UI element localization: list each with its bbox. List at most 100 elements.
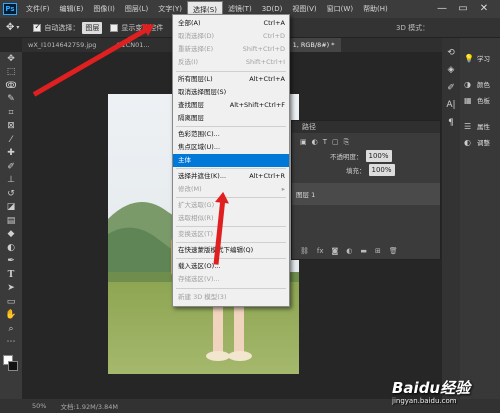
- menu-item-select-all[interactable]: 全部(A) Ctrl+A: [173, 17, 289, 30]
- quick-select-tool-icon[interactable]: ✎: [0, 93, 22, 107]
- gradient-tool-icon[interactable]: ▤: [0, 214, 22, 228]
- menu-item-similar[interactable]: 选取相似(R): [173, 212, 289, 225]
- menu-item-deselect[interactable]: 取消选择(D) Ctrl+D: [173, 30, 289, 43]
- panel-color[interactable]: ◑ 颜色: [460, 76, 500, 92]
- menu-separator: [176, 71, 286, 72]
- tools-panel: ✥ ⬚ ↂ ✎ ⌗ ⊠ ⁄ ✚ ✐ ⊥ ↺ ◪ ▤ ◆ ◐ ✒ T ➤ ▭ ✋ …: [0, 52, 22, 399]
- frame-tool-icon[interactable]: ⊠: [0, 120, 22, 134]
- path-select-icon[interactable]: ➤: [0, 282, 22, 296]
- color-swatches[interactable]: [0, 353, 22, 379]
- dodge-tool-icon[interactable]: ◐: [0, 241, 22, 255]
- adjustment-layer-icon[interactable]: ◐: [346, 247, 352, 255]
- layer-style-icon[interactable]: fx: [317, 247, 324, 255]
- background-color-swatch[interactable]: [8, 361, 18, 371]
- paragraph-icon[interactable]: ¶: [442, 116, 460, 130]
- type-filter-icon[interactable]: T: [323, 138, 327, 146]
- crop-tool-icon[interactable]: ⌗: [0, 106, 22, 120]
- auto-select-checkbox[interactable]: [33, 22, 42, 32]
- menu-help[interactable]: 帮助(H): [358, 1, 393, 17]
- watermark-brand: Baidu经验: [392, 379, 471, 397]
- delete-layer-icon[interactable]: 🗑: [389, 247, 398, 255]
- tab-document-1[interactable]: wX_I1014642759.jpg: [22, 38, 102, 52]
- 3d-mode-label: 3D 模式：: [396, 23, 430, 32]
- layer-row[interactable]: 图层 1: [292, 183, 440, 205]
- history-brush-icon[interactable]: ↺: [0, 187, 22, 201]
- chevron-down-icon[interactable]: ▾: [16, 24, 19, 31]
- select-menu-dropdown: 全部(A) Ctrl+A 取消选择(D) Ctrl+D 重新选择(E) Shift+C…: [172, 14, 290, 307]
- new-layer-icon[interactable]: ⊞: [375, 247, 381, 255]
- right-panels: 💡 学习 ◑ 颜色 ▦ 色板 ☰ 属性 ◐ 调整: [460, 38, 500, 399]
- menu-item-color-range[interactable]: 色彩范围(C)...: [173, 128, 289, 141]
- menu-item-modify[interactable]: 修改(M) ▸: [173, 183, 289, 196]
- pixel-filter-icon[interactable]: ▣: [300, 138, 307, 146]
- opacity-input[interactable]: 100%: [365, 150, 392, 162]
- shape-filter-icon[interactable]: ▢: [332, 138, 339, 146]
- blur-tool-icon[interactable]: ◆: [0, 228, 22, 242]
- link-layers-icon[interactable]: ⛓: [300, 247, 309, 255]
- history-icon[interactable]: ⟲: [442, 46, 460, 60]
- menu-item-subject[interactable]: 主体: [173, 154, 289, 167]
- layer-name: 图层 1: [296, 191, 316, 199]
- more-tools-icon[interactable]: ⋯: [0, 336, 22, 350]
- close-icon[interactable]: ✕: [476, 2, 492, 16]
- auto-select-dropdown[interactable]: 图层: [82, 21, 103, 34]
- maximize-icon[interactable]: ▭: [455, 2, 471, 16]
- menu-item-inverse[interactable]: 反选(I) Shift+Ctrl+I: [173, 56, 289, 69]
- adjust-filter-icon[interactable]: ◐: [312, 138, 318, 146]
- smart-filter-icon[interactable]: ⎘: [344, 138, 350, 147]
- rectangle-tool-icon[interactable]: ▭: [0, 295, 22, 309]
- menu-image[interactable]: 图像(I): [88, 1, 120, 17]
- menu-view[interactable]: 视图(V): [287, 1, 321, 17]
- group-icon[interactable]: ▬: [360, 247, 367, 255]
- menu-item-find-layers[interactable]: 查找图层 Alt+Shift+Ctrl+F: [173, 99, 289, 112]
- panel-adjustments[interactable]: ◐ 调整: [460, 134, 500, 150]
- properties-strip-icon[interactable]: ◈: [442, 64, 460, 78]
- marquee-tool-icon[interactable]: ⬚: [0, 66, 22, 80]
- panel-learn[interactable]: 💡 学习: [460, 50, 500, 66]
- swatches-icon: ▦: [464, 95, 472, 105]
- menu-window[interactable]: 窗口(W): [322, 1, 358, 17]
- menu-item-select-and-mask[interactable]: 选择并遮住(K)... Alt+Ctrl+R: [173, 170, 289, 183]
- menu-item-quick-mask[interactable]: 在快速蒙版模式下编辑(Q): [173, 244, 289, 257]
- healing-brush-icon[interactable]: ✚: [0, 147, 22, 161]
- clone-stamp-icon[interactable]: ⊥: [0, 174, 22, 188]
- pen-tool-icon[interactable]: ✒: [0, 255, 22, 269]
- hand-tool-icon[interactable]: ✋: [0, 309, 22, 323]
- show-transform-checkbox[interactable]: [110, 23, 119, 32]
- zoom-tool-icon[interactable]: ⌕: [0, 322, 22, 336]
- menu-item-focus-area[interactable]: 焦点区域(U)...: [173, 141, 289, 154]
- menu-item-transform-selection[interactable]: 变换选区(T): [173, 228, 289, 241]
- eraser-tool-icon[interactable]: ◪: [0, 201, 22, 215]
- menu-item-grow[interactable]: 扩大选取(G): [173, 199, 289, 212]
- panel-properties[interactable]: ☰ 属性: [460, 118, 500, 134]
- type-tool-icon[interactable]: T: [0, 268, 22, 282]
- menu-item-load-selection[interactable]: 载入选区(O)...: [173, 260, 289, 273]
- eyedropper-tool-icon[interactable]: ⁄: [0, 133, 22, 147]
- auto-select-label: 自动选择：: [44, 23, 80, 32]
- menu-item-reselect[interactable]: 重新选择(E) Shift+Ctrl+D: [173, 43, 289, 56]
- move-tool-icon[interactable]: ✥: [6, 22, 14, 33]
- menu-edit[interactable]: 编辑(E): [55, 1, 89, 17]
- menu-layer[interactable]: 图层(L): [120, 1, 153, 17]
- panel-icon-strip: ⟲ ◈ ✐ A| ¶: [442, 38, 460, 399]
- menu-file[interactable]: 文件(F): [21, 1, 55, 17]
- properties-icon: ☰: [464, 121, 472, 131]
- mask-icon[interactable]: ◙: [332, 247, 339, 255]
- panel-swatches[interactable]: ▦ 色板: [460, 92, 500, 108]
- menu-separator: [176, 197, 286, 198]
- fill-input[interactable]: 100%: [368, 164, 395, 176]
- menu-item-save-selection[interactable]: 存储选区(V)...: [173, 273, 289, 286]
- move-tool-icon[interactable]: ✥: [0, 52, 22, 66]
- zoom-level[interactable]: 50%: [32, 402, 46, 410]
- menu-item-all-layers[interactable]: 所有图层(L) Alt+Ctrl+A: [173, 73, 289, 86]
- menu-item-new-3d-model[interactable]: 新建 3D 模型(3): [173, 291, 289, 304]
- character-icon[interactable]: A|: [442, 99, 460, 113]
- watermark-url: jingyan.baidu.com: [392, 397, 457, 405]
- lasso-tool-icon[interactable]: ↂ: [0, 79, 22, 93]
- tab-paths[interactable]: 路径: [302, 123, 316, 131]
- menu-item-deselect-layers[interactable]: 取消选择图层(S): [173, 86, 289, 99]
- brush-tool-icon[interactable]: ✐: [0, 160, 22, 174]
- minimize-icon[interactable]: —: [434, 2, 450, 16]
- brush-settings-icon[interactable]: ✐: [442, 81, 460, 95]
- menu-item-isolate-layers[interactable]: 隔离图层: [173, 112, 289, 125]
